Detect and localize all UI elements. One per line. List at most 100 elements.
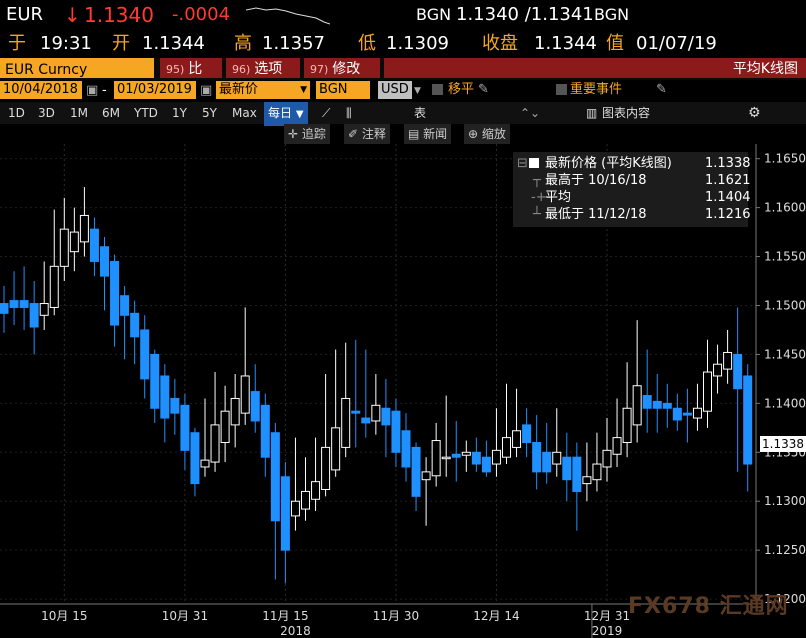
zoom-label: 缩放: [481, 127, 506, 141]
legend-row-high: ┬ 最高于 10/16/18 1.1621: [513, 172, 751, 189]
table-tab[interactable]: 表: [414, 102, 426, 124]
last-price: 1.1340: [84, 3, 154, 27]
candle-body: [110, 260, 120, 326]
source-input[interactable]: BGN: [316, 81, 370, 99]
legend-high-value: 1.1621: [705, 173, 751, 188]
security-input[interactable]: EUR Curncy: [0, 58, 154, 78]
compare-button[interactable]: 95)比较: [160, 58, 222, 100]
legend-row-low: ┴ 最低于 11/12/18 1.1216: [513, 206, 751, 223]
net-change: -.0004: [172, 4, 231, 25]
track-tool[interactable]: ✛ 追踪: [284, 124, 330, 144]
stats-row: 于 19:31 开 1.1344 高 1.1357 低 1.1309 收盘 1.…: [0, 30, 806, 58]
candle-body: [713, 363, 723, 377]
pencil-icon[interactable]: ✎: [656, 80, 667, 100]
candle-body: [361, 417, 371, 424]
period-ytd[interactable]: YTD: [134, 102, 158, 124]
calendar-icon[interactable]: ▣: [200, 81, 212, 101]
candle-body: [512, 430, 522, 448]
track-label: 追踪: [301, 127, 326, 141]
dropdown-icon: ▼: [295, 109, 304, 120]
period-max[interactable]: Max: [232, 102, 257, 124]
period-1y[interactable]: 1Y: [172, 102, 187, 124]
candle-body: [622, 407, 632, 444]
year-label: 2019: [592, 624, 623, 638]
gear-icon[interactable]: ⚙: [748, 102, 761, 124]
period-1d[interactable]: 1D: [8, 102, 25, 124]
candle-body: [602, 449, 612, 468]
candle-body: [411, 446, 421, 497]
candle-body: [29, 303, 39, 328]
down-arrow-icon: ↓: [64, 3, 81, 27]
open-label: 开: [112, 33, 130, 54]
legend-title-value: 1.1338: [705, 156, 751, 171]
end-date-input[interactable]: 01/03/2019: [114, 81, 196, 99]
legend-row-last: ⊟ 最新价格 (平均K线图) 1.1338: [513, 155, 751, 172]
candle-body: [703, 371, 712, 412]
candle-body: [642, 395, 652, 409]
candle-body: [180, 404, 190, 451]
candle-body: [130, 312, 140, 338]
candle-body: [311, 481, 321, 500]
period-6m[interactable]: 6M: [102, 102, 120, 124]
candle-body: [371, 404, 381, 422]
bid-ask-source: BGN: [416, 5, 452, 24]
legend-high-label: 最高于 10/16/18: [545, 173, 647, 188]
chart-content-button[interactable]: 图表内容: [602, 102, 650, 124]
candle-body: [692, 407, 702, 419]
candle-body: [471, 451, 481, 465]
y-tick-label: 1.1300: [764, 494, 806, 508]
candle-body: [280, 476, 290, 551]
zoom-tool[interactable]: ⊕ 缩放: [464, 124, 510, 144]
candle-body: [9, 300, 19, 308]
candle-body: [451, 453, 461, 458]
period-1m[interactable]: 1M: [70, 102, 88, 124]
annotate-icon: ✐: [348, 127, 359, 141]
options-label: 选项: [254, 61, 283, 77]
options-button[interactable]: 96)选项 ▼: [226, 58, 300, 99]
start-date-input[interactable]: 10/04/2018: [0, 81, 82, 99]
candle-body: [341, 397, 351, 448]
candle-body: [612, 437, 622, 455]
x-tick-label: 10月 15: [41, 609, 87, 623]
y-tick-label: 1.1400: [764, 396, 806, 410]
options-num: 96): [232, 63, 251, 76]
price-type-value: 最新价: [219, 82, 259, 97]
candle-body: [401, 430, 411, 468]
legend-title: 最新价格 (平均K线图): [545, 156, 672, 171]
calendar-icon[interactable]: ▣: [86, 81, 98, 101]
tree-icon: ⊟: [517, 156, 528, 171]
pencil-icon[interactable]: ✎: [478, 80, 489, 100]
high-value: 1.1357: [262, 33, 325, 54]
y-tick-label: 1.1600: [764, 201, 806, 215]
price-type-select[interactable]: 最新价 ▼: [216, 81, 310, 99]
line-chart-icon[interactable]: ⟋: [322, 102, 330, 124]
candle-chart-icon[interactable]: ⫼: [346, 102, 352, 124]
events-label: 重要事件: [570, 82, 623, 97]
period-5y[interactable]: 5Y: [202, 102, 217, 124]
move-checkbox[interactable]: [432, 84, 443, 95]
chart-title: 平均K线图: [724, 58, 806, 78]
candle-body: [592, 463, 602, 481]
events-checkbox[interactable]: [556, 84, 567, 95]
date-range-row: 10/04/2018 ▣ - 01/03/2019 ▣ 最新价 ▼ BGN US…: [0, 80, 806, 102]
period-3d[interactable]: 3D: [38, 102, 55, 124]
security-text: EUR Curncy: [5, 62, 88, 78]
candle-body: [391, 410, 401, 453]
chevrons-icon[interactable]: ⌃⌄: [520, 102, 540, 124]
currency-select[interactable]: USD: [378, 81, 412, 99]
news-tool[interactable]: ▤ 新闻: [404, 124, 452, 144]
compare-num: 95): [166, 63, 185, 76]
low-marker-icon: ┴: [533, 207, 541, 222]
sparkline: [246, 7, 330, 25]
edit-button[interactable]: 97)修改 ▼: [304, 58, 380, 99]
legend-swatch: [529, 158, 539, 168]
annotate-tool[interactable]: ✐ 注释: [344, 124, 390, 144]
open-value: 1.1344: [142, 33, 205, 54]
x-tick-label: 11月 15: [262, 609, 308, 623]
candle-body: [381, 407, 391, 426]
close-label: 收盘: [482, 33, 518, 54]
frequency-select[interactable]: 每日 ▼: [264, 102, 308, 126]
candle-body: [632, 385, 642, 426]
chart-legend: ⊟ 最新价格 (平均K线图) 1.1338 ┬ 最高于 10/16/18 1.1…: [513, 152, 751, 227]
candle-body: [301, 490, 310, 510]
